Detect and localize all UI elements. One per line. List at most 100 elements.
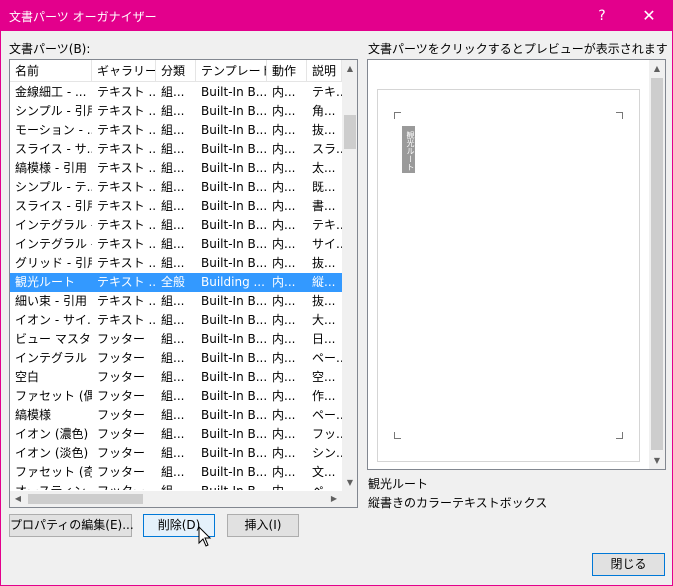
close-button[interactable]: 閉じる: [592, 553, 665, 576]
table-row[interactable]: モーション - ... テキスト ... 組... Built-In B... 内...…: [10, 121, 342, 140]
scroll-thumb[interactable]: [344, 115, 356, 149]
list-vertical-scrollbar[interactable]: ▲ ▼: [342, 60, 357, 491]
table-row[interactable]: ファセット (偶... フッター 組... Built-In B... 内... 作...: [10, 387, 342, 406]
cell-category: 組...: [161, 218, 185, 232]
column-header-behavior[interactable]: 動作: [267, 60, 307, 82]
cell-gallery: フッター: [97, 465, 146, 479]
cell-template: Building ...: [201, 275, 265, 289]
table-row[interactable]: イオン (濃色) フッター 組... Built-In B... 内... フッ...: [10, 425, 342, 444]
cell-category: 組...: [161, 465, 185, 479]
cell-gallery: テキスト ...: [97, 123, 156, 137]
table-row[interactable]: インテグラル -... テキスト ... 組... Built-In B... 内...…: [10, 216, 342, 235]
cell-template: Built-In B...: [201, 446, 267, 460]
dialog-title: 文書パーツ オーガナイザー: [9, 10, 157, 24]
cell-gallery: テキスト ...: [97, 256, 156, 270]
cell-template: Built-In B...: [201, 294, 267, 308]
cell-behavior: 内...: [272, 313, 296, 327]
table-row[interactable]: 観光ルート テキスト ... 全般 Building ... 内... 縦...: [10, 273, 342, 292]
cell-behavior: 内...: [272, 465, 296, 479]
building-blocks-list-label: 文書パーツ(B):: [9, 42, 91, 56]
table-row[interactable]: ファセット (奇... フッター 組... Built-In B... 内... 文...: [10, 463, 342, 482]
scroll-thumb[interactable]: [651, 78, 663, 450]
scroll-down-icon[interactable]: ▼: [342, 474, 357, 491]
cell-gallery: テキスト ...: [97, 199, 156, 213]
table-row[interactable]: シンプル - 引用 テキスト ... 組... Built-In B... 内... 角.…: [10, 102, 342, 121]
preview-pane: 観光ルート ▲ ▼: [367, 59, 666, 470]
cell-category: 組...: [161, 256, 185, 270]
cell-name: シンプル - テ...: [15, 180, 92, 194]
help-icon[interactable]: ?: [579, 1, 625, 31]
cell-gallery: フッター: [97, 427, 146, 441]
cell-gallery: テキスト ...: [97, 237, 156, 251]
cell-category: 全般: [161, 275, 186, 289]
list-horizontal-scrollbar[interactable]: ◀ ▶: [10, 491, 342, 507]
table-row[interactable]: 細い束 - 引用 テキスト ... 組... Built-In B... 内... 抜..…: [10, 292, 342, 311]
table-row[interactable]: 縞模様 - 引用 テキスト ... 組... Built-In B... 内... 太..…: [10, 159, 342, 178]
cell-behavior: 内...: [272, 370, 296, 384]
cell-template: Built-In B...: [201, 237, 267, 251]
selected-block-description: 縦書きのカラーテキストボックス: [368, 496, 548, 510]
cell-gallery: テキスト ...: [97, 218, 156, 232]
table-row[interactable]: スライス - 引用 テキスト ... 組... Built-In B... 内... 書.…: [10, 197, 342, 216]
building-blocks-list[interactable]: 名前 ギャラリー 分類 テンプレート 動作 説明 金線細工 - ... テキスト …: [9, 59, 358, 508]
cell-gallery: テキスト ...: [97, 313, 156, 327]
cell-category: 組...: [161, 389, 185, 403]
insert-button[interactable]: 挿入(I): [227, 514, 299, 537]
cell-name: スライス - 引用: [15, 199, 92, 213]
column-header-name[interactable]: 名前: [10, 60, 92, 82]
cell-category: 組...: [161, 408, 185, 422]
column-header-description[interactable]: 説明: [307, 60, 342, 82]
cell-template: Built-In B...: [201, 142, 267, 156]
cell-name: ビュー マスター...: [15, 332, 92, 346]
preview-vertical-scrollbar[interactable]: ▲ ▼: [649, 60, 665, 469]
cell-gallery: テキスト ...: [97, 104, 156, 118]
cell-name: 縞模様: [15, 408, 52, 422]
cell-name: イオン (濃色): [15, 427, 89, 441]
table-row[interactable]: イオン - サイ... テキスト ... 組... Built-In B... 内...…: [10, 311, 342, 330]
crop-mark-icon: [394, 112, 401, 119]
table-row[interactable]: 空白 フッター 組... Built-In B... 内... 空...: [10, 368, 342, 387]
cell-behavior: 内...: [272, 446, 296, 460]
cell-category: 組...: [161, 332, 185, 346]
table-row[interactable]: イオン (淡色) フッター 組... Built-In B... 内... シン...: [10, 444, 342, 463]
cell-template: Built-In B...: [201, 408, 267, 422]
cell-name: 縞模様 - 引用: [15, 161, 87, 175]
cell-template: Built-In B...: [201, 85, 267, 99]
close-icon[interactable]: ✕: [626, 1, 672, 31]
table-row[interactable]: 縞模様 フッター 組... Built-In B... 内... ペー...: [10, 406, 342, 425]
scroll-up-icon[interactable]: ▲: [649, 60, 665, 77]
list-header: 名前 ギャラリー 分類 テンプレート 動作 説明: [10, 60, 342, 82]
cell-gallery: フッター: [97, 370, 146, 384]
table-row[interactable]: インテグラル -... テキスト ... 組... Built-In B... 内...…: [10, 235, 342, 254]
table-row[interactable]: 金線細工 - ... テキスト ... 組... Built-In B... 内... テ…: [10, 83, 342, 102]
table-row[interactable]: スライス - サ... テキスト ... 組... Built-In B... 内...…: [10, 140, 342, 159]
table-row[interactable]: シンプル - テ... テキスト ... 組... Built-In B... 内...…: [10, 178, 342, 197]
scroll-right-icon[interactable]: ▶: [326, 491, 342, 507]
cell-template: Built-In B...: [196, 482, 267, 490]
column-header-category[interactable]: 分類: [156, 60, 196, 82]
cell-template: Built-In B...: [201, 332, 267, 346]
column-header-template[interactable]: テンプレート: [196, 60, 267, 82]
table-row[interactable]: オースティンフッター組...Built-In B...内...ペ...: [10, 482, 342, 490]
title-bar: 文書パーツ オーガナイザー ? ✕: [1, 1, 672, 31]
building-blocks-organizer-dialog: 文書パーツ オーガナイザー ? ✕ 文書パーツ(B): 文書パーツをクリックする…: [0, 0, 673, 586]
cell-behavior: 内...: [272, 389, 296, 403]
cell-behavior: 内...: [272, 237, 296, 251]
cell-gallery: テキスト ...: [97, 85, 156, 99]
table-row[interactable]: ビュー マスター... フッター 組... Built-In B... 内... 日...: [10, 330, 342, 349]
scroll-up-icon[interactable]: ▲: [342, 60, 357, 77]
cell-description: 作...: [312, 389, 336, 403]
scroll-left-icon[interactable]: ◀: [10, 491, 26, 507]
cell-description: 角...: [312, 104, 336, 118]
cell-template: Built-In B...: [201, 123, 267, 137]
scroll-down-icon[interactable]: ▼: [649, 452, 665, 469]
cell-behavior: 内...: [272, 142, 296, 156]
column-header-gallery[interactable]: ギャラリー: [92, 60, 156, 82]
scroll-thumb-horizontal[interactable]: [28, 494, 143, 504]
cell-behavior: 内...: [267, 482, 307, 490]
edit-properties-button[interactable]: プロパティの編集(E)...: [9, 514, 134, 537]
cell-template: Built-In B...: [201, 351, 267, 365]
table-row[interactable]: グリッド - 引用 テキスト ... 組... Built-In B... 内... 抜.…: [10, 254, 342, 273]
cell-behavior: 内...: [272, 104, 296, 118]
table-row[interactable]: インテグラルフッター 組... Built-In B... 内... ペー...: [10, 349, 342, 368]
